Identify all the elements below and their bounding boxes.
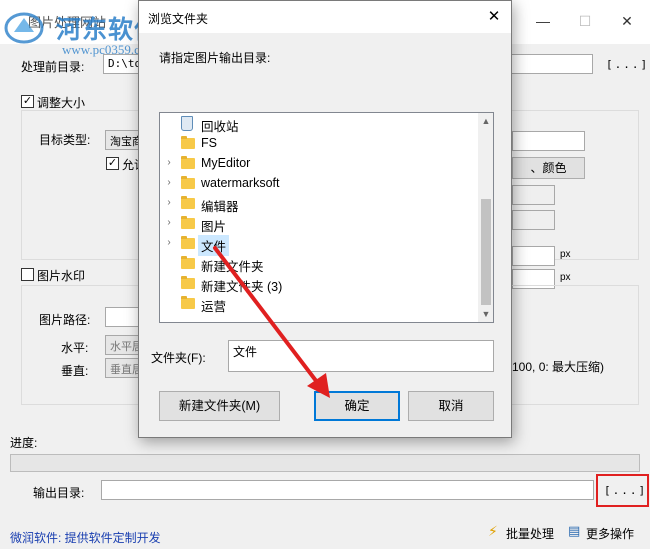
annotation-arrow [213, 246, 330, 398]
